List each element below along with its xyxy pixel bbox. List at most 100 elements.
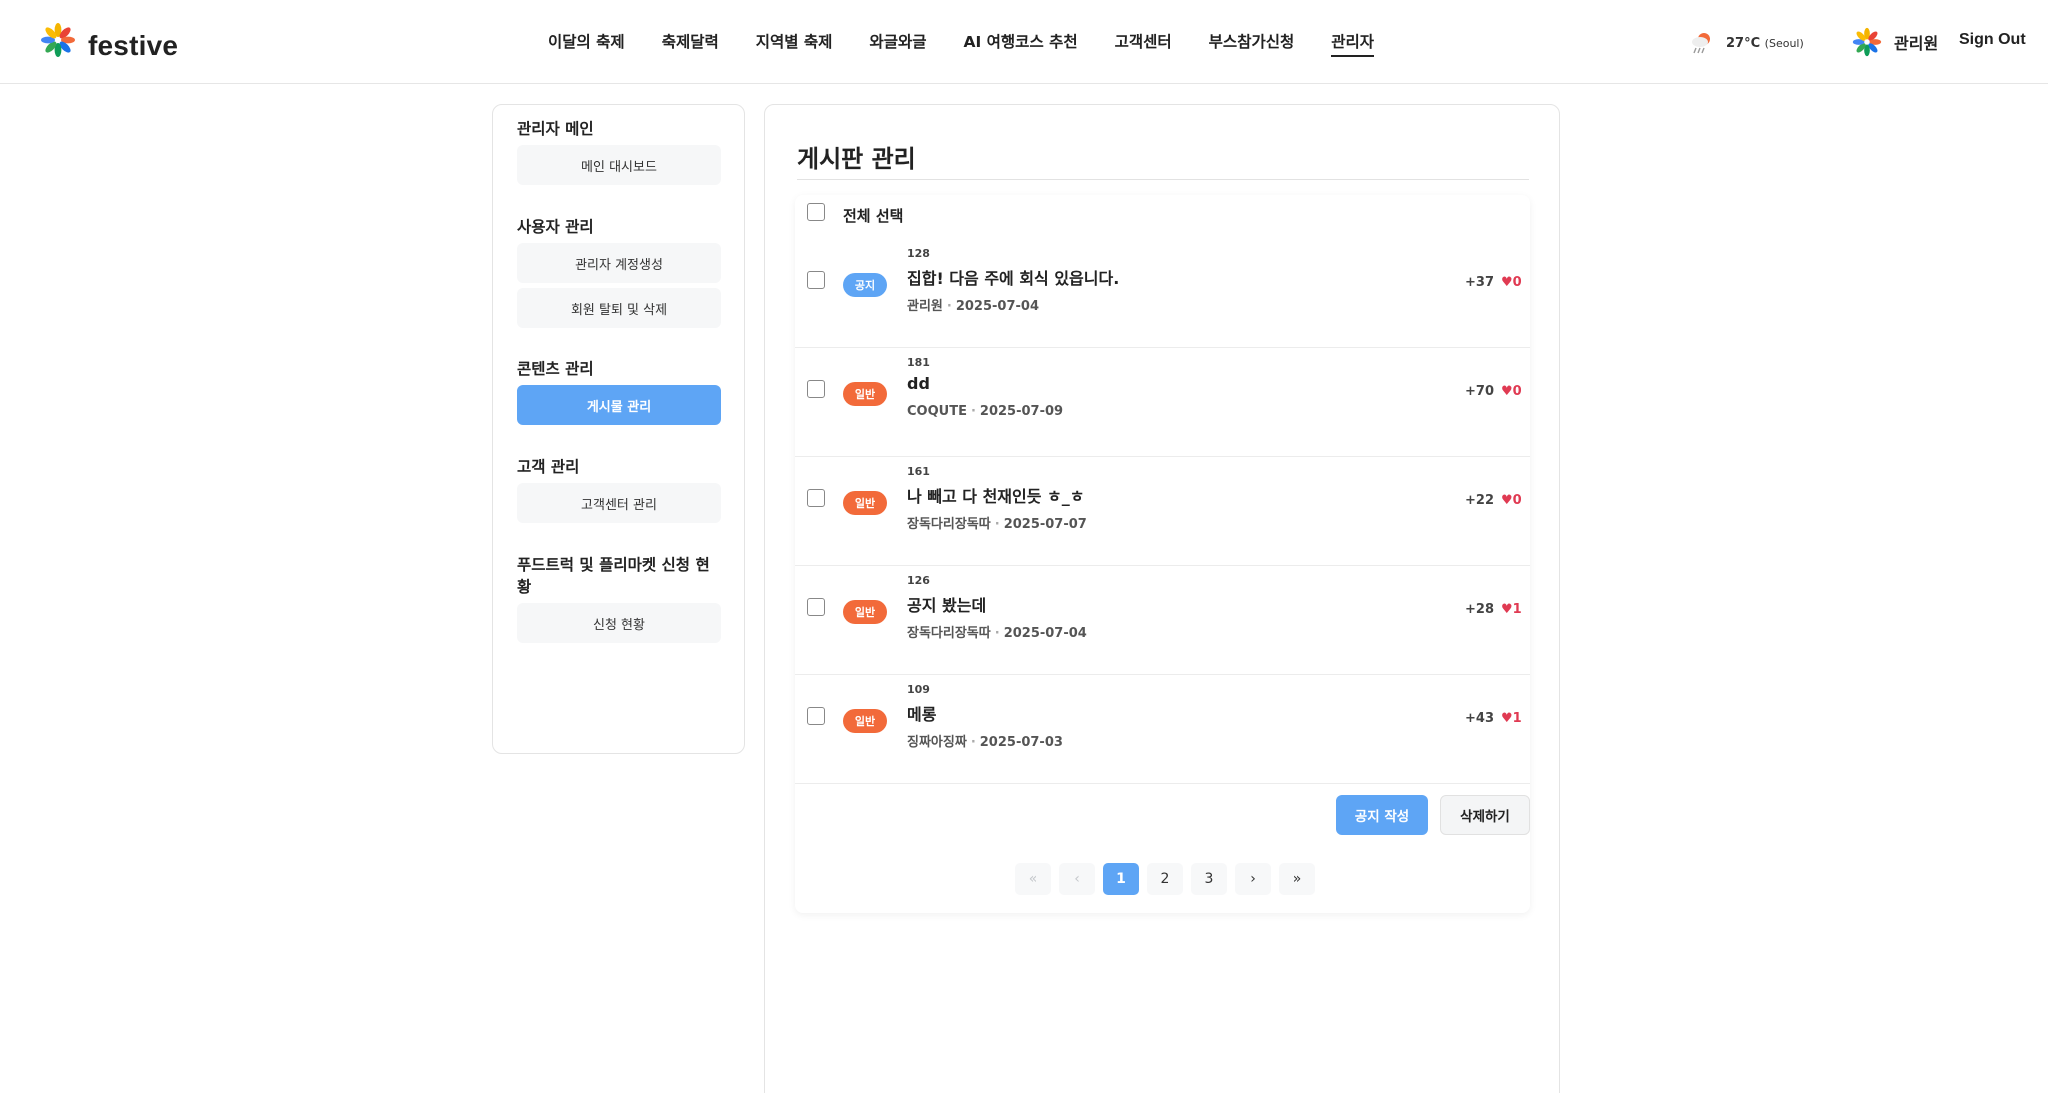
prev-page-button[interactable]: ‹ [1059, 863, 1095, 895]
admin-sidebar: 관리자 메인 메인 대시보드 사용자 관리 관리자 계정생성 회원 탈퇴 및 삭… [492, 104, 745, 754]
post-views: +28 [1465, 602, 1494, 617]
sidebar-item-post-management[interactable]: 게시물 관리 [517, 385, 721, 425]
post-meta: 관리원 · 2025-07-04 [907, 299, 1039, 314]
pagination: « ‹ 1 2 3 › » [1015, 863, 1315, 895]
table-row[interactable]: 일반 109 메롱 징짜아징짜 · 2025-07-03 +43 ♥1 [795, 675, 1530, 784]
post-views: +43 [1465, 711, 1494, 726]
category-badge: 일반 [843, 709, 887, 733]
sidebar-section-foodtruck-flea: 푸드트럭 및 플리마켓 신청 현황 신청 현황 [517, 553, 721, 648]
row-checkbox[interactable] [807, 598, 825, 616]
category-badge: 일반 [843, 600, 887, 624]
title-divider [797, 179, 1529, 180]
nav-item-community[interactable]: 와글와글 [869, 30, 926, 57]
last-page-button[interactable]: » [1279, 863, 1315, 895]
post-title[interactable]: 집합! 다음 주에 회식 있읍니다. [907, 265, 1119, 289]
category-badge: 일반 [843, 382, 887, 406]
sidebar-item-dashboard[interactable]: 메인 대시보드 [517, 145, 721, 185]
nav-item-booth-apply[interactable]: 부스참가신청 [1209, 30, 1295, 57]
post-date: 2025-07-09 [979, 404, 1064, 419]
row-checkbox[interactable] [807, 271, 825, 289]
select-all-row: 전체 선택 [795, 195, 1530, 239]
post-author: COQUTE [907, 404, 967, 419]
table-row[interactable]: 일반 161 나 빼고 다 천재인듯 ㅎ_ㅎ 장독다리장독따 · 2025-07-0… [795, 457, 1530, 566]
post-meta: 장독다리장독따 · 2025-07-07 [907, 517, 1087, 532]
row-checkbox[interactable] [807, 707, 825, 725]
brand-name: festive [88, 30, 179, 61]
post-views: +37 [1465, 275, 1494, 290]
sidebar-item-application-status[interactable]: 신청 현황 [517, 603, 721, 643]
post-title[interactable]: 공지 봤는데 [907, 592, 986, 616]
sidebar-section-title: 고객 관리 [517, 458, 580, 476]
page-title: 게시판 관리 [797, 145, 916, 173]
sidebar-section-title: 관리자 메인 [517, 120, 594, 138]
nav-item-monthly-festival[interactable]: 이달의 축제 [548, 30, 625, 57]
flower-logo-icon [40, 22, 76, 58]
post-number: 126 [907, 574, 930, 587]
sidebar-item-create-admin[interactable]: 관리자 계정생성 [517, 243, 721, 283]
post-likes: ♥0 [1501, 493, 1522, 508]
post-board: 전체 선택 공지 128 집합! 다음 주에 회식 있읍니다. 관리원 · 2025… [795, 195, 1530, 913]
row-checkbox[interactable] [807, 380, 825, 398]
post-date: 2025-07-07 [1003, 517, 1087, 532]
post-number: 128 [907, 247, 930, 260]
post-title[interactable]: 나 빼고 다 천재인듯 ㅎ_ㅎ [907, 483, 1084, 507]
write-notice-button[interactable]: 공지 작성 [1336, 795, 1428, 835]
sidebar-section-user-management: 사용자 관리 관리자 계정생성 회원 탈퇴 및 삭제 [517, 215, 721, 333]
category-badge: 일반 [843, 491, 887, 515]
delete-button[interactable]: 삭제하기 [1440, 795, 1530, 835]
nav-item-support[interactable]: 고객센터 [1115, 30, 1172, 57]
post-meta: 징짜아징짜 · 2025-07-03 [907, 735, 1063, 750]
board-actions: 공지 작성 삭제하기 [1336, 795, 1530, 835]
sign-out-button[interactable]: Sign Out [1959, 31, 2026, 49]
weather-temp: 27°C [1726, 35, 1761, 51]
post-author: 관리원 [907, 299, 943, 314]
brand-logo[interactable]: festive [40, 18, 178, 62]
select-all-label: 전체 선택 [843, 207, 904, 225]
user-name: 관리원 [1894, 34, 1939, 53]
weather-widget: 27°C (Seoul) [1688, 30, 1804, 56]
page-button[interactable]: 3 [1191, 863, 1227, 895]
sidebar-section-customer-management: 고객 관리 고객센터 관리 [517, 455, 721, 528]
table-row[interactable]: 일반 126 공지 봤는데 장독다리장독따 · 2025-07-04 +28 ♥1 [795, 566, 1530, 675]
user-profile[interactable]: 관리원 [1852, 27, 1938, 57]
nav-item-regional-festival[interactable]: 지역별 축제 [756, 30, 833, 57]
first-page-button[interactable]: « [1015, 863, 1051, 895]
post-likes: ♥1 [1501, 602, 1522, 617]
post-author: 징짜아징짜 [907, 735, 967, 750]
nav-item-festival-calendar[interactable]: 축제달력 [662, 30, 719, 57]
post-title[interactable]: 메롱 [907, 701, 936, 725]
page-button[interactable]: 1 [1103, 863, 1139, 895]
post-author: 장독다리장독따 [907, 626, 991, 641]
table-row[interactable]: 일반 181 dd COQUTE · 2025-07-09 +70 ♥0 [795, 348, 1530, 457]
top-header: festive 이달의 축제 축제달력 지역별 축제 와글와글 AI 여행코스 … [0, 0, 2048, 84]
post-author: 장독다리장독따 [907, 517, 991, 532]
post-likes: ♥0 [1501, 384, 1522, 399]
post-number: 109 [907, 683, 930, 696]
row-checkbox[interactable] [807, 489, 825, 507]
post-views: +70 [1465, 384, 1494, 399]
nav-item-ai-course[interactable]: AI 여행코스 추천 [964, 30, 1078, 57]
weather-readout: 27°C (Seoul) [1726, 36, 1804, 51]
post-meta: COQUTE · 2025-07-09 [907, 404, 1064, 419]
select-all-checkbox[interactable] [807, 203, 825, 221]
post-likes: ♥1 [1501, 711, 1522, 726]
sidebar-section-title: 사용자 관리 [517, 218, 594, 236]
post-views: +22 [1465, 493, 1494, 508]
post-date: 2025-07-04 [955, 299, 1039, 314]
flower-avatar-icon [1852, 27, 1882, 57]
main-nav: 이달의 축제 축제달력 지역별 축제 와글와글 AI 여행코스 추천 고객센터 … [548, 30, 1411, 57]
sidebar-item-support-management[interactable]: 고객센터 관리 [517, 483, 721, 523]
post-likes: ♥0 [1501, 275, 1522, 290]
sidebar-section-title: 푸드트럭 및 플리마켓 신청 현황 [517, 556, 710, 596]
table-row[interactable]: 공지 128 집합! 다음 주에 회식 있읍니다. 관리원 · 2025-07-04… [795, 239, 1530, 348]
post-title[interactable]: dd [907, 374, 930, 393]
sidebar-item-member-delete[interactable]: 회원 탈퇴 및 삭제 [517, 288, 721, 328]
sidebar-section-content-management: 콘텐츠 관리 게시물 관리 [517, 357, 721, 430]
page-button[interactable]: 2 [1147, 863, 1183, 895]
nav-item-admin[interactable]: 관리자 [1331, 30, 1375, 57]
cloud-rain-sun-icon [1688, 30, 1716, 56]
weather-city: (Seoul) [1764, 36, 1804, 50]
sidebar-section-admin-main: 관리자 메인 메인 대시보드 [517, 117, 721, 190]
main-panel: 게시판 관리 전체 선택 공지 128 집합! 다음 주에 회식 있읍니다. 관… [764, 104, 1560, 1093]
next-page-button[interactable]: › [1235, 863, 1271, 895]
